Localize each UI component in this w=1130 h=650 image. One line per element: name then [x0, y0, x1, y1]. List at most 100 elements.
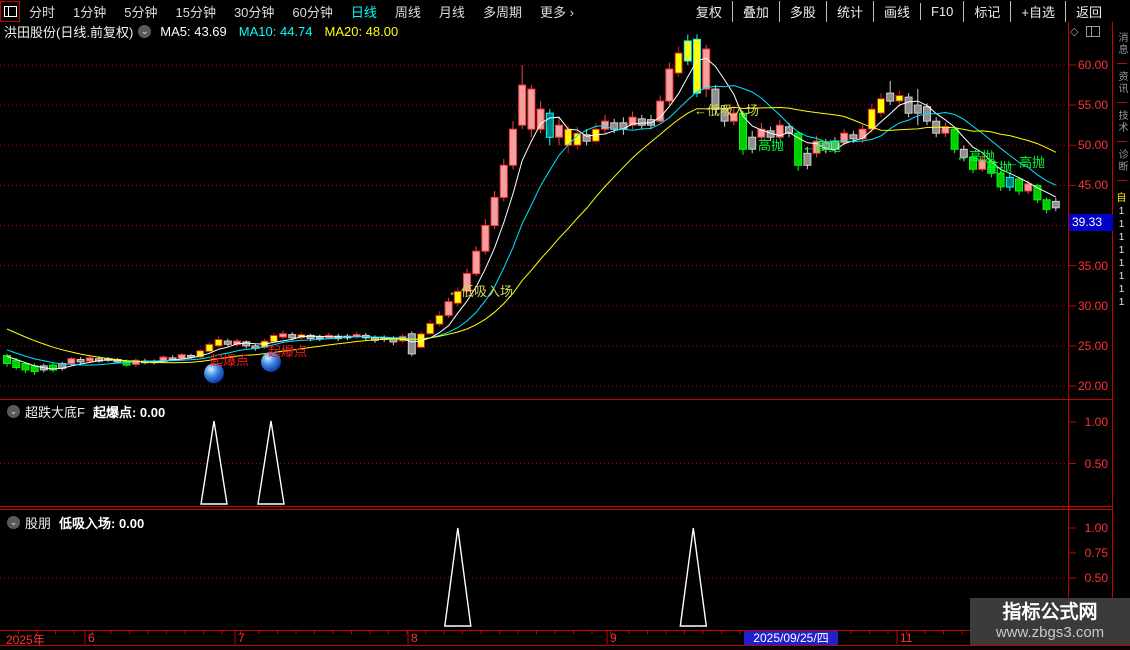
panel3-header: ⌄ 股朋 低吸入场: 0.00 — [2, 513, 144, 532]
candle — [444, 297, 453, 318]
sidebar-separator — [1116, 102, 1127, 103]
sidebar-separator — [1116, 180, 1127, 181]
candle — [426, 320, 435, 336]
sidebar-tab[interactable]: 消息 — [1114, 32, 1129, 56]
ma20-value: MA20: 48.00 — [324, 23, 399, 39]
candle — [251, 343, 260, 351]
signal-spike — [200, 420, 228, 505]
period-menu: 分时 1分钟 5分钟 15分钟 30分钟 60分钟 日线 周线 月线 多周期 更多 › — [20, 2, 583, 21]
chart-annotation: 起爆点 — [268, 344, 307, 359]
axis-label: 60.00 — [1077, 58, 1108, 72]
chart-annotation: ←低吸入场 — [448, 284, 513, 299]
candle — [518, 65, 527, 130]
candle — [941, 122, 950, 138]
stock-title: 洪田股份(日线.前复权) — [4, 24, 134, 40]
candle — [775, 119, 784, 140]
candle — [628, 111, 637, 130]
axis-label: 35.00 — [1077, 258, 1108, 273]
candle — [886, 81, 895, 106]
sidebar-number[interactable]: 1 — [1119, 231, 1125, 244]
axis-label: 50.00 — [1077, 138, 1108, 153]
chart-titlebar: 洪田股份(日线.前复权) ⌄ MA5: 43.69 MA10: 44.74 MA… — [0, 22, 398, 40]
tool-叠加[interactable]: 叠加 — [731, 0, 779, 22]
tool-+自选[interactable]: +自选 — [1010, 0, 1065, 22]
menu-item-15分钟[interactable]: 15分钟 — [166, 2, 224, 21]
chart-annotation: 起爆点 — [210, 353, 249, 368]
chevron-down-icon[interactable]: ⌄ — [7, 516, 20, 529]
tool-F10[interactable]: F10 — [919, 2, 963, 20]
layout-split-icon[interactable] — [0, 0, 20, 22]
candle — [1051, 198, 1060, 212]
sidebar-number[interactable]: 1 — [1119, 296, 1125, 309]
tool-menu: 复权 叠加 多股 统计 画线 F10 标记 +自选 返回 — [686, 0, 1130, 22]
sidebar-number[interactable]: 1 — [1119, 205, 1125, 218]
sidebar-tab[interactable]: 技术 — [1114, 110, 1129, 134]
menu-item-日线[interactable]: 日线 — [342, 2, 386, 21]
tool-复权[interactable]: 复权 — [686, 1, 732, 22]
candle — [877, 93, 885, 118]
tool-返回[interactable]: 返回 — [1064, 0, 1112, 22]
sidebar-separator — [1116, 63, 1127, 64]
tool-多股[interactable]: 多股 — [778, 0, 826, 22]
signal-spike — [444, 527, 472, 627]
candle — [555, 117, 563, 146]
axis-label: 0.50 — [1084, 571, 1108, 585]
watermark-box: 指标公式网 www.zbgs3.com — [970, 598, 1130, 645]
axis-label: 55.00 — [1077, 98, 1108, 113]
menu-item-5分钟[interactable]: 5分钟 — [115, 2, 166, 21]
tool-标记[interactable]: 标记 — [963, 0, 1010, 22]
candle — [472, 246, 481, 277]
panel-divider — [0, 399, 1130, 400]
sidebar-number[interactable]: 1 — [1119, 244, 1125, 257]
candle — [601, 114, 609, 134]
sidebar-number[interactable]: 1 — [1119, 257, 1125, 270]
chevron-down-icon[interactable]: ⌄ — [138, 24, 152, 38]
candle — [352, 332, 361, 339]
chevron-down-icon[interactable]: ⌄ — [7, 405, 20, 418]
menu-item-月线[interactable]: 月线 — [430, 2, 474, 21]
indicator-name: 股朋 — [25, 516, 52, 531]
menu-item-周线[interactable]: 周线 — [386, 2, 430, 21]
diamond-icon[interactable]: ◇ — [1070, 25, 1078, 38]
tool-画线[interactable]: 画线 — [872, 0, 920, 22]
chart-annotation: ←高抛 — [802, 139, 841, 154]
year-label: 2025年 — [6, 633, 45, 647]
month-label: 9 — [610, 631, 617, 645]
candle — [674, 46, 683, 77]
chart-corner-icons: ◇ — [1070, 25, 1101, 38]
menu-item-30分钟[interactable]: 30分钟 — [225, 2, 283, 21]
menu-item-多周期[interactable]: 多周期 — [474, 2, 531, 21]
sidebar-tab[interactable]: 资讯 — [1114, 71, 1129, 95]
axis-label: 0.50 — [1084, 456, 1108, 471]
sidebar-number[interactable]: 1 — [1119, 270, 1125, 283]
candle — [1042, 197, 1051, 214]
candle — [527, 85, 536, 138]
candle — [49, 362, 57, 373]
tool-统计[interactable]: 统计 — [825, 0, 873, 22]
month-label: 7 — [238, 631, 245, 645]
chart-annotation: ←高抛 — [745, 138, 784, 153]
axis-label: 1.00 — [1084, 521, 1108, 535]
menu-item-1分钟[interactable]: 1分钟 — [64, 2, 115, 21]
right-sidebar: 消息 资讯 技术 诊断自 1 1 1 1 1 1 1 1 — [1113, 22, 1130, 645]
sidebar-tab-active[interactable]: 自 — [1117, 189, 1127, 204]
chart-annotation: ←低吸入场 — [694, 103, 759, 118]
menu-item-分时[interactable]: 分时 — [20, 2, 64, 21]
watermark-title: 指标公式网 — [1002, 601, 1098, 623]
candle — [205, 341, 214, 354]
indicator-value: 起爆点: 0.00 — [92, 405, 166, 420]
sidebar-tab[interactable]: 诊断 — [1114, 149, 1129, 173]
candle — [1015, 177, 1023, 195]
sidebar-number[interactable]: 1 — [1119, 218, 1125, 231]
split-view-icon[interactable] — [1086, 26, 1101, 37]
menu-item-60分钟[interactable]: 60分钟 — [283, 2, 341, 21]
chart-canvas: 起爆点起爆点←低吸入场←低吸入场←高抛 ←高抛←高抛高抛←高抛 — [0, 34, 1076, 650]
sidebar-number[interactable]: 1 — [1119, 283, 1125, 296]
indicator-value: 低吸入场: 0.00 — [59, 516, 145, 531]
selected-date-badge: 2025/09/25/四 — [744, 631, 838, 645]
candle — [683, 34, 692, 65]
axis-label: 30.00 — [1077, 298, 1108, 313]
signal-spike — [679, 527, 708, 627]
menu-item-更多 ›[interactable]: 更多 › — [531, 2, 583, 21]
candle — [1005, 173, 1014, 191]
